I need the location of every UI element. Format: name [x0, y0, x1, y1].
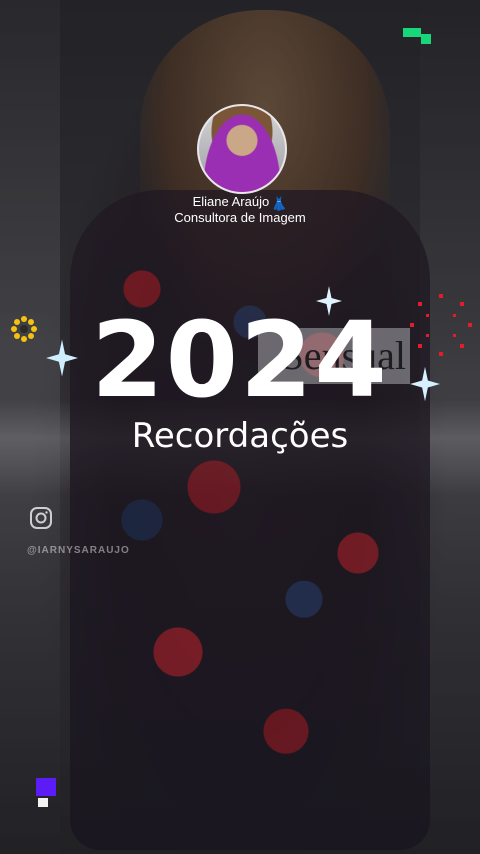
memories-subtitle: Recordações: [131, 416, 349, 456]
instagram-icon: [30, 507, 52, 529]
firework-icon: [410, 294, 472, 356]
sparkle-icon: [410, 366, 440, 402]
profile-role: Consultora de Imagem: [174, 210, 306, 225]
flower-icon: [11, 316, 37, 342]
sparkle-icon: [316, 286, 342, 316]
story-screen: Eliane Araújo 👗 Consultora de Imagem Sens…: [0, 0, 480, 854]
app-badge-icon: [36, 778, 56, 808]
app-logo-icon: [403, 28, 433, 48]
profile-name-text: Eliane Araújo: [192, 194, 270, 209]
watermark-handle: @IARNYSARAUJO: [27, 545, 130, 556]
sparkle-icon: [46, 339, 78, 377]
avatar[interactable]: [197, 104, 287, 194]
